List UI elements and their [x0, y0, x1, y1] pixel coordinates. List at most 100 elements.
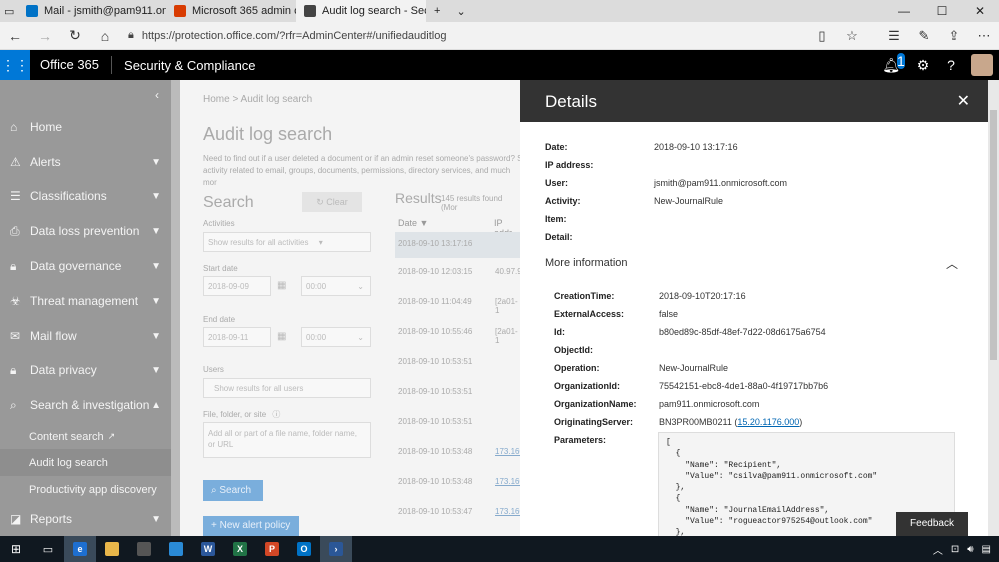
- sidebar-item-alerts[interactable]: ⚠ Alerts ▼: [0, 145, 171, 179]
- end-date-value: 2018-09-11: [208, 333, 249, 342]
- sidebar-item-data-privacy[interactable]: 🔒︎ Data privacy ▼: [0, 353, 171, 387]
- table-row[interactable]: 2018-09-10 13:17:16: [395, 232, 520, 258]
- start-time-select[interactable]: 00:00 ⌄: [301, 276, 371, 296]
- search-icon: ⌕: [211, 485, 217, 496]
- start-time-value: 00:00: [306, 282, 327, 291]
- table-row[interactable]: 2018-09-10 10:55:46 [2a01-1: [395, 320, 520, 346]
- table-row[interactable]: 2018-09-10 10:53:48 173.160: [395, 470, 520, 496]
- taskbar-outlook[interactable]: O: [288, 536, 320, 562]
- taskbar-store[interactable]: [128, 536, 160, 562]
- brand-name[interactable]: Office 365: [30, 56, 113, 74]
- row-ip-link[interactable]: 173.160: [495, 477, 520, 486]
- tab-list-button[interactable]: ⌄: [448, 0, 473, 22]
- url-field[interactable]: 🔒︎ https://protection.office.com/?rfr=Ad…: [120, 22, 807, 50]
- taskbar-powerpoint[interactable]: P: [256, 536, 288, 562]
- app-name[interactable]: Security & Compliance: [112, 58, 256, 73]
- feedback-button[interactable]: Feedback: [896, 512, 968, 536]
- sidebar-subitem-audit-log-search[interactable]: Audit log search: [0, 449, 171, 476]
- collapse-nav-icon[interactable]: ‹: [155, 88, 159, 102]
- more-icon[interactable]: ⋯: [969, 28, 999, 44]
- sidebar-item-classifications[interactable]: ☰ Classifications ▼: [0, 179, 171, 213]
- column-header-date[interactable]: Date ▼: [398, 218, 428, 228]
- sidebar-item-label: Threat management: [30, 294, 139, 308]
- clear-button[interactable]: ↻ Clear: [302, 192, 362, 212]
- maximize-icon[interactable]: ☐: [923, 0, 961, 22]
- table-row[interactable]: 2018-09-10 10:53:48 173.160: [395, 440, 520, 466]
- network-icon[interactable]: ⊡: [947, 544, 963, 555]
- chevron-down-icon: ▼: [151, 156, 161, 168]
- activities-select[interactable]: Show results for all activities ▾: [203, 232, 371, 252]
- close-icon[interactable]: ✕: [957, 91, 970, 111]
- favorites-hub-icon[interactable]: ☰: [879, 28, 909, 44]
- taskbar-photos[interactable]: [160, 536, 192, 562]
- activities-label: Activities: [203, 219, 235, 228]
- share-icon[interactable]: ⇪: [939, 28, 969, 44]
- bell-icon[interactable]: 🔔︎1: [881, 52, 909, 74]
- calendar-icon[interactable]: ▦: [277, 331, 286, 342]
- web-note-icon[interactable]: ✎: [909, 28, 939, 44]
- users-field[interactable]: Show results for all users: [203, 378, 371, 398]
- chevron-up-icon[interactable]: ︿: [946, 255, 958, 272]
- table-row[interactable]: 2018-09-10 10:53:51: [395, 410, 520, 436]
- sidebar-item-data-governance[interactable]: 🔒︎ Data governance ▼: [0, 249, 171, 283]
- table-row[interactable]: 2018-09-10 12:03:15 40.97.9: [395, 260, 520, 286]
- tab-admin-center[interactable]: Microsoft 365 admin center: [166, 0, 296, 22]
- sidebar-subitem-productivity-app-discovery[interactable]: Productivity app discovery: [0, 476, 171, 503]
- back-icon[interactable]: ←: [0, 28, 30, 44]
- search-button[interactable]: ⌕ Search: [203, 480, 263, 501]
- home-nav-icon[interactable]: ⌂: [90, 28, 120, 44]
- tab-actions[interactable]: ▭: [0, 0, 18, 22]
- row-ip-link[interactable]: 173.160: [495, 507, 520, 516]
- more-information-toggle[interactable]: More information: [545, 257, 628, 269]
- close-window-icon[interactable]: ✕: [961, 0, 999, 22]
- new-alert-policy-button[interactable]: + New alert policy: [203, 516, 299, 536]
- action-center-icon[interactable]: ▤: [978, 544, 999, 555]
- details-scrollbar[interactable]: [988, 80, 999, 536]
- sidebar-item-threat-management[interactable]: ☣ Threat management ▼: [0, 284, 171, 318]
- start-date-field[interactable]: 2018-09-09: [203, 276, 271, 296]
- table-row[interactable]: 2018-09-10 11:04:49 [2a01-1: [395, 290, 520, 316]
- sidebar-item-home[interactable]: ⌂ Home: [0, 110, 171, 144]
- tray-chevron-icon[interactable]: ︿: [929, 542, 947, 557]
- minimize-icon[interactable]: —: [885, 0, 923, 22]
- forward-icon[interactable]: →: [30, 28, 60, 44]
- scrollbar-thumb[interactable]: [990, 110, 997, 360]
- taskbar-edge[interactable]: e: [64, 536, 96, 562]
- avatar[interactable]: [971, 54, 993, 76]
- app-launcher-icon[interactable]: ⋮⋮: [0, 50, 30, 80]
- gear-icon[interactable]: ⚙: [909, 57, 937, 74]
- end-date-label: End date: [203, 315, 236, 324]
- server-version-link[interactable]: 15.20.1176.000: [737, 417, 799, 427]
- chevron-down-icon: ⌄: [357, 333, 364, 342]
- table-row[interactable]: 2018-09-10 10:53:51: [395, 350, 520, 376]
- file-folder-site-label-text: File, folder, or site: [203, 410, 267, 419]
- info-icon[interactable]: ⓘ: [272, 410, 280, 419]
- favorite-star-icon[interactable]: ☆: [837, 28, 867, 44]
- calendar-icon[interactable]: ▦: [277, 280, 286, 291]
- sidebar-item-reports[interactable]: ◪ Reports ▼: [0, 502, 171, 536]
- field-label: Date:: [545, 142, 568, 152]
- sidebar-item-search-investigation[interactable]: ⌕ Search & investigation ▲: [0, 388, 171, 422]
- volume-icon[interactable]: 🔊︎: [963, 544, 977, 555]
- sidebar-scrollbar[interactable]: [171, 80, 180, 536]
- new-tab-button[interactable]: +: [426, 0, 448, 22]
- end-time-select[interactable]: 00:00 ⌄: [301, 327, 371, 347]
- end-date-field[interactable]: 2018-09-11: [203, 327, 271, 347]
- help-icon[interactable]: ?: [937, 57, 965, 73]
- refresh-icon[interactable]: ↻: [60, 27, 90, 44]
- sidebar-item-mail-flow[interactable]: ✉ Mail flow ▼: [0, 319, 171, 353]
- sidebar-item-dlp[interactable]: ⎙ Data loss prevention ▼: [0, 214, 171, 248]
- taskbar-file-explorer[interactable]: [96, 536, 128, 562]
- task-view-button[interactable]: ▭: [32, 536, 64, 562]
- table-row[interactable]: 2018-09-10 10:53:51: [395, 380, 520, 406]
- tab-audit-log[interactable]: Audit log search - Secu ✕: [296, 0, 426, 22]
- taskbar-excel[interactable]: X: [224, 536, 256, 562]
- row-ip-link[interactable]: 173.160: [495, 447, 520, 456]
- taskbar-word[interactable]: W: [192, 536, 224, 562]
- taskbar-powershell[interactable]: ›: [320, 536, 352, 562]
- tab-mail[interactable]: Mail - jsmith@pam911.onm: [18, 0, 166, 22]
- reading-view-icon[interactable]: ▯: [807, 28, 837, 44]
- file-folder-site-field[interactable]: Add all or part of a file name, folder n…: [203, 422, 371, 458]
- table-row[interactable]: 2018-09-10 10:53:47 173.160: [395, 500, 520, 526]
- start-button[interactable]: ⊞: [0, 536, 32, 562]
